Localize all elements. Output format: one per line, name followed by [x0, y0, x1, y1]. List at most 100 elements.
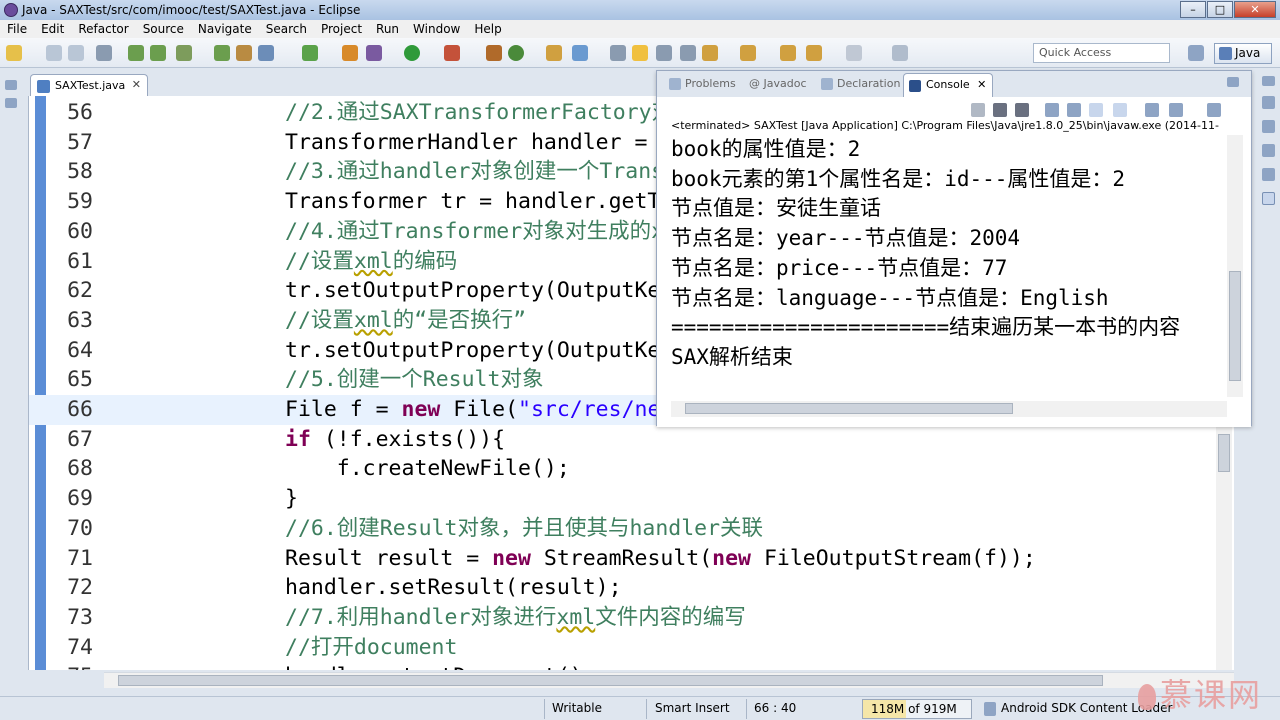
run-external-icon[interactable] [444, 45, 460, 61]
last-edit-icon[interactable] [780, 45, 796, 61]
package-explorer-icon[interactable] [5, 98, 17, 108]
heap-status[interactable]: 118M of 919M [862, 699, 972, 719]
eclipse-logo-icon [4, 3, 18, 17]
tab-javadoc[interactable]: @ Javadoc [749, 77, 807, 90]
code-token: 的“是否换行” [392, 307, 527, 333]
editor-tab-saxtest[interactable]: SAXTest.java ✕ [30, 74, 148, 97]
code-line[interactable]: 70 //6.创建Result对象，并且使其与handler关联 [29, 514, 1234, 544]
window-icon[interactable] [258, 45, 274, 61]
block-selection-icon[interactable] [656, 45, 672, 61]
code-line[interactable]: 71 Result result = new StreamResult(new F… [29, 544, 1234, 574]
close-window-button[interactable]: ✕ [1234, 1, 1276, 18]
mark-occurrences-icon[interactable] [632, 45, 648, 61]
new-class-icon[interactable] [508, 45, 524, 61]
editor-vertical-scroll-thumb[interactable] [1218, 434, 1230, 472]
menu-refactor[interactable]: Refactor [71, 22, 135, 36]
menu-run[interactable]: Run [369, 22, 406, 36]
tab-declaration[interactable]: Declaration [819, 77, 900, 90]
maximize-button[interactable]: □ [1207, 1, 1233, 18]
checkbox-icon[interactable] [302, 45, 318, 61]
minimize-view-icon[interactable] [1227, 77, 1239, 87]
problems-trim-icon[interactable] [1262, 96, 1275, 109]
menu-file[interactable]: File [0, 22, 34, 36]
editor-horizontal-scrollbar[interactable] [104, 672, 1234, 688]
line-number: 64 [67, 337, 93, 363]
javadoc-trim-icon[interactable] [1262, 120, 1275, 133]
imooc-watermark: 慕课网 [1138, 670, 1262, 716]
remove-all-icon[interactable] [1015, 103, 1029, 117]
previous-annotation-icon[interactable] [740, 45, 756, 61]
next-annotation-icon[interactable] [702, 45, 718, 61]
print-icon[interactable] [96, 45, 112, 61]
annotation-icon[interactable] [610, 45, 626, 61]
scroll-lock-icon[interactable] [1067, 103, 1081, 117]
code-line[interactable]: 69} [29, 484, 1234, 514]
tab-problems[interactable]: Problems [667, 77, 736, 90]
code-token: File( [440, 397, 519, 422]
save-icon[interactable] [46, 45, 62, 61]
pin-editor-icon[interactable] [892, 45, 908, 61]
xml-file-icon[interactable] [236, 45, 252, 61]
open-type-icon[interactable] [546, 45, 562, 61]
refresh-icon[interactable] [342, 45, 358, 61]
code-line[interactable]: 72 handler.setResult(result); [29, 573, 1234, 603]
remove-launch-icon[interactable] [993, 103, 1007, 117]
menu-window[interactable]: Window [406, 22, 467, 36]
pin-console-icon[interactable] [1145, 103, 1159, 117]
declaration-trim-icon[interactable] [1262, 144, 1275, 157]
save-all-icon[interactable] [68, 45, 84, 61]
menu-edit[interactable]: Edit [34, 22, 71, 36]
restore-icon[interactable] [5, 80, 17, 90]
quick-access-input[interactable]: Quick Access [1033, 43, 1170, 63]
lint-icon[interactable] [176, 45, 192, 61]
line-number: 68 [67, 456, 93, 482]
menu-search[interactable]: Search [259, 22, 314, 36]
console-horizontal-scrollbar[interactable] [671, 401, 1227, 417]
close-console-icon[interactable]: ✕ [977, 78, 986, 91]
whitespace-icon[interactable] [680, 45, 696, 61]
tab-console-label: Console [926, 78, 970, 91]
run-icon[interactable] [404, 45, 420, 61]
forward-icon[interactable] [846, 45, 862, 61]
open-perspective-icon[interactable] [1188, 45, 1204, 61]
code-line[interactable]: 73 //7.利用handler对象进行xml文件内容的编写 [29, 603, 1234, 633]
search-icon[interactable] [572, 45, 588, 61]
menu-source[interactable]: Source [136, 22, 191, 36]
menu-navigate[interactable]: Navigate [191, 22, 259, 36]
new-icon[interactable] [6, 45, 22, 61]
console-output[interactable]: book的属性值是：2 book元素的第1个属性名是：id---属性值是：2 节点值… [657, 135, 1251, 427]
terminate-icon[interactable] [971, 103, 985, 117]
console-horizontal-scroll-thumb[interactable] [685, 403, 1013, 414]
tab-console[interactable]: Console ✕ [903, 73, 994, 97]
restore-right-icon[interactable] [1262, 76, 1275, 86]
open-console-icon[interactable] [1207, 103, 1221, 117]
menu-help[interactable]: Help [467, 22, 508, 36]
word-wrap-icon[interactable] [1089, 103, 1103, 117]
console-trim-icon[interactable] [1262, 192, 1275, 205]
clear-console-icon[interactable] [1045, 103, 1059, 117]
android-sdk-icon[interactable] [128, 45, 144, 61]
show-stdout-icon[interactable] [1113, 103, 1127, 117]
menu-project[interactable]: Project [314, 22, 369, 36]
close-tab-icon[interactable]: ✕ [132, 78, 141, 91]
code-line[interactable]: 67 if (!f.exists()){ [29, 425, 1234, 455]
display-console-icon[interactable] [1169, 103, 1183, 117]
new-android-icon[interactable] [214, 45, 230, 61]
editor-tab-label: SAXTest.java [55, 79, 126, 92]
code-line[interactable]: 74 //打开document [29, 633, 1234, 663]
line-number: 56 [67, 100, 93, 125]
console-vertical-scroll-thumb[interactable] [1229, 271, 1241, 381]
new-package-icon[interactable] [486, 45, 502, 61]
minimize-button[interactable]: – [1180, 1, 1206, 18]
back-icon[interactable] [806, 45, 822, 61]
line-number: 75 [29, 662, 93, 670]
search-trim-icon[interactable] [1262, 168, 1275, 181]
java-perspective-button[interactable]: Java [1214, 43, 1272, 64]
console-vertical-scrollbar[interactable] [1227, 135, 1243, 397]
debug-icon[interactable] [366, 45, 382, 61]
tab-declaration-label: Declaration [837, 77, 901, 90]
editor-horizontal-scroll-thumb[interactable] [118, 675, 1103, 686]
avd-manager-icon[interactable] [150, 45, 166, 61]
code-line[interactable]: 75 handler.startDocument(); [29, 662, 1234, 670]
code-line[interactable]: 68 f.createNewFile(); [29, 454, 1234, 484]
